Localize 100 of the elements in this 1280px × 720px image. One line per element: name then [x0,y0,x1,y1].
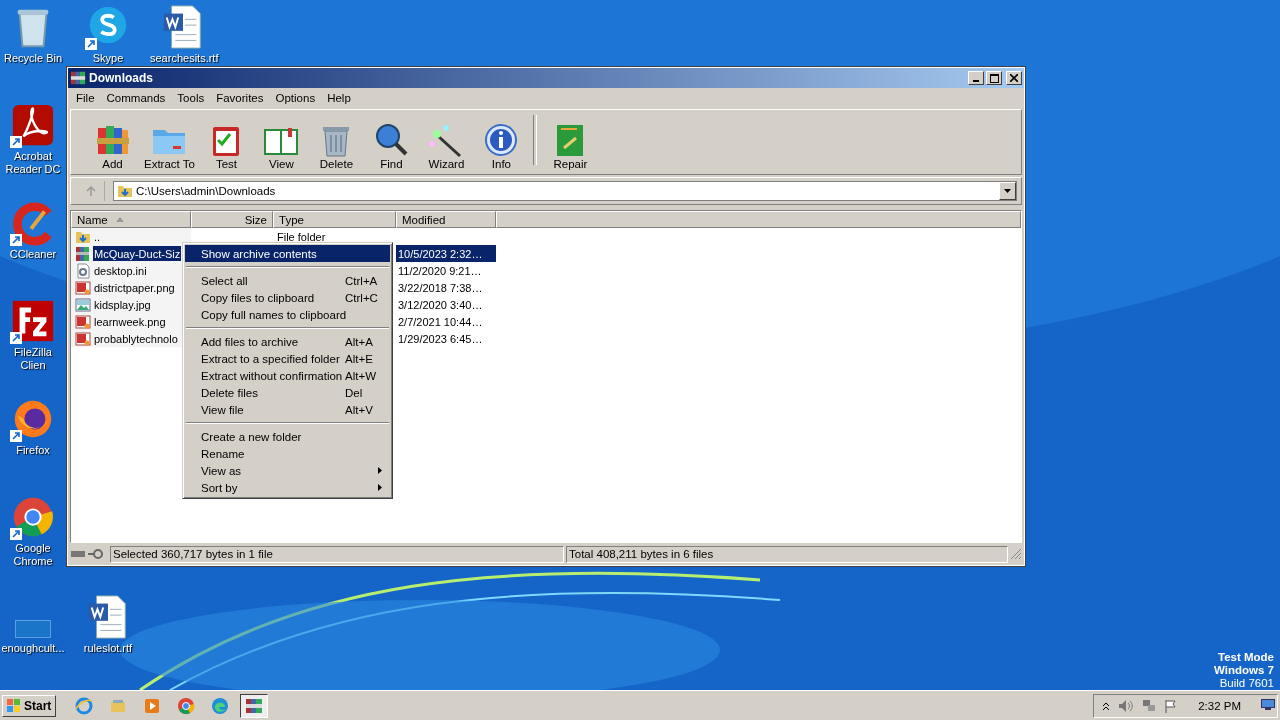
dropdown-button[interactable] [999,182,1016,200]
system-watermark-text: Test Mode [1218,651,1274,664]
desktop-icon-label: Google Chrome [12,542,54,568]
context-menu-item[interactable]: Extract to a specified folder Alt+E [185,350,390,367]
ie-icon [75,696,94,715]
desktop-icon[interactable]: Recycle Bin [0,4,66,65]
context-menu-item[interactable]: Rename [185,445,390,462]
context-menu-item[interactable]: Show archive contents [185,245,390,262]
table-cell-text: 10/5/2023 2:32… [397,247,484,260]
maximize-button[interactable] [986,71,1002,85]
system-watermark-text: Build 7601 [1219,677,1274,690]
picture-file-icon [75,313,91,330]
toolbar-button[interactable]: Test [198,122,254,170]
clock[interactable]: 2:32 PM [1186,699,1251,712]
close-button[interactable] [1006,71,1022,85]
context-menu-item[interactable]: Delete files Del [185,384,390,401]
flag-icon[interactable] [1164,698,1179,713]
windows-logo-icon [7,698,21,713]
desktop-icon-label: Skype [92,52,124,65]
toolbar-button[interactable]: Info [473,122,529,170]
chevron-up-icon[interactable] [1102,700,1111,711]
desktop-icon[interactable]: Acrobat Reader DC [0,102,66,176]
start-button[interactable]: Start [2,694,57,717]
context-menu-item[interactable]: Add files to archive Alt+A [185,333,390,350]
desktop-icon-label: Recycle Bin [3,52,63,65]
file-name: desktop.ini [93,263,148,278]
file-row[interactable]: .. File folder [71,228,1021,245]
toolbar-button[interactable]: Delete [308,122,364,170]
toolbar-button[interactable]: Add [85,122,140,170]
context-menu-item[interactable]: Extract without confirmation Alt+W [185,367,390,384]
table-cell-text: 2/7/2021 10:44… [397,315,484,328]
play-icon [143,696,162,715]
desktop-icon-label: FileZilla Clien [13,346,53,372]
table-cell-text: 11/2/2020 9:21… [397,264,483,277]
menu-item[interactable]: Commands [100,91,172,104]
toolbar-button[interactable]: Repair [542,122,598,170]
speaker-icon[interactable] [1118,698,1135,713]
sort-arrow-icon [115,217,124,222]
menu-item[interactable]: Options [269,91,322,104]
desktop-icon[interactable]: Google Chrome [0,494,66,568]
address-field[interactable]: C:\Users\admin\Downloads [113,181,1017,201]
window-title: Downloads [89,71,154,85]
taskbar-button[interactable] [240,693,269,718]
status-text: Selected 360,717 bytes in 1 file [110,545,564,563]
column-header[interactable]: Modified [396,211,496,228]
close-icon [1010,74,1018,82]
context-menu-item[interactable]: View file Alt+V [185,401,390,418]
column-header[interactable]: Size [191,211,273,228]
status-text: Total 408,211 bytes in 6 files [566,545,1008,563]
desktop-icon-label: CCleaner [9,248,57,261]
file-name: districtpaper.png [93,280,176,295]
context-menu-item[interactable]: View as [185,462,390,479]
file-name: kidsplay.jpg [93,297,152,312]
desktop-icon-label: ruleslot.rtf [83,642,133,655]
info-icon [483,122,520,158]
table-cell-text: 3/22/2018 7:38… [397,281,484,294]
table-cell-text: 3/12/2020 3:40… [397,298,484,311]
desktop-icon[interactable]: ruleslot.rtf [75,594,141,655]
desktop-icon-label: enoughcult... [1,642,65,655]
caret-icon [1004,189,1011,193]
toolbar-button[interactable]: Wizard [418,122,474,170]
context-menu-item[interactable]: Select all Ctrl+A [185,272,390,289]
toolbar-button[interactable]: Extract To [140,122,199,170]
window-thumbnail-icon [15,620,51,638]
books-icon [70,70,86,86]
monitor-icon [1261,699,1275,710]
show-desktop-button[interactable] [1259,698,1277,713]
context-menu-item[interactable]: Copy full names to clipboard [185,306,390,323]
column-header[interactable]: Type [273,211,396,228]
system-watermark-text: Windows 7 [1214,664,1274,677]
desktop-icon[interactable]: Firefox [0,396,66,457]
desktop-icon[interactable]: enoughcult... [0,594,66,655]
toolbar-button[interactable]: Find [363,122,419,170]
file-name: .. [93,229,102,244]
desktop-icon-label: Acrobat Reader DC [4,150,62,176]
network-icon[interactable] [1142,698,1157,713]
edge-icon [211,696,230,715]
desktop-icon[interactable]: FileZilla Clien [0,298,66,372]
menu-item[interactable]: Favorites [210,91,270,104]
desktop-icon[interactable]: Skype [75,4,141,65]
picture-file-icon [75,330,91,347]
menu-item[interactable]: File [70,91,101,104]
context-menu-item[interactable]: Sort by [185,479,390,496]
menu-item[interactable]: Tools [171,91,211,104]
picture-file-icon [75,279,91,296]
table-cell-text: 1/29/2023 6:45… [397,332,484,345]
books-icon [245,696,264,715]
chrome-icon [177,696,196,715]
file-name: probablytechnolo [93,331,179,346]
minimize-button[interactable] [968,71,984,85]
context-menu-item[interactable]: Create a new folder [185,428,390,445]
up-arrow-icon [84,185,97,197]
file-name: learnweek.png [93,314,167,329]
column-header[interactable]: Name [71,211,191,228]
archive-icon [75,245,91,262]
context-menu-item[interactable]: Copy files to clipboard Ctrl+C [185,289,390,306]
table-cell: File folder [277,230,326,243]
menu-item[interactable]: Help [321,91,357,104]
desktop-icon[interactable]: CCleaner [0,200,66,261]
toolbar-button[interactable]: View [253,122,309,170]
